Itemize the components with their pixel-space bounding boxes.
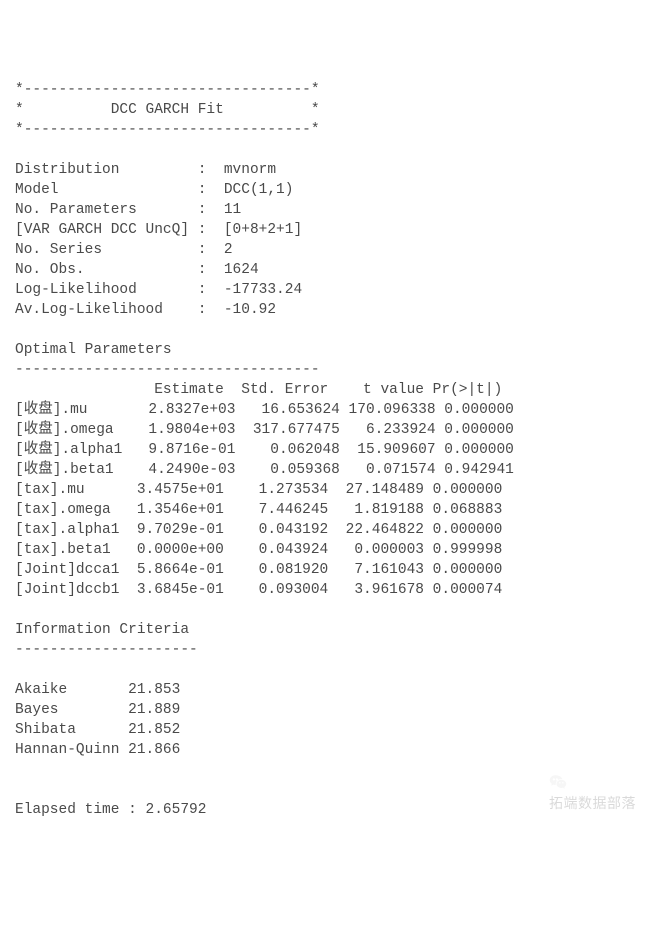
summary-value: mvnorm (224, 162, 276, 178)
table-row: [tax].mu 3.4575e+01 1.273534 27.148489 0… (15, 480, 639, 500)
blank-line (15, 660, 639, 680)
ic-value: 21.889 (128, 702, 180, 718)
ic-value: 21.852 (128, 722, 180, 738)
blank-line (15, 320, 639, 340)
ic-name: Hannan-Quinn (15, 742, 119, 758)
wechat-icon (549, 773, 567, 791)
params-rule: ----------------------------------- (15, 360, 639, 380)
summary-label: Log-Likelihood : (15, 282, 224, 298)
ic-value: 21.853 (128, 682, 180, 698)
table-row: [tax].omega 1.3546e+01 7.446245 1.819188… (15, 500, 639, 520)
table-row: [tax].beta1 0.0000e+00 0.043924 0.000003… (15, 540, 639, 560)
summary-value: -10.92 (224, 302, 276, 318)
divider-top: *---------------------------------* (15, 80, 639, 100)
summary-value: -17733.24 (224, 282, 302, 298)
summary-label: No. Parameters : (15, 202, 224, 218)
params-table-body: [收盘].mu 2.8327e+03 16.653624 170.096338 … (15, 400, 639, 600)
table-row: [收盘].beta1 4.2490e-03 0.059368 0.071574 … (15, 460, 639, 480)
table-row: [tax].alpha1 9.7029e-01 0.043192 22.4648… (15, 520, 639, 540)
summary-row: [VAR GARCH DCC UncQ] : [0+8+2+1] (15, 220, 639, 240)
title-line: * DCC GARCH Fit * (15, 100, 639, 120)
summary-value: 11 (224, 202, 241, 218)
ic-name: Bayes (15, 702, 119, 718)
params-header: Optimal Parameters (15, 340, 639, 360)
ic-name: Akaike (15, 682, 119, 698)
summary-value: 1624 (224, 262, 259, 278)
params-columns: Estimate Std. Error t value Pr(>|t|) (15, 380, 639, 400)
table-row: [收盘].mu 2.8327e+03 16.653624 170.096338 … (15, 400, 639, 420)
summary-value: DCC(1,1) (224, 182, 294, 198)
summary-value: 2 (224, 242, 233, 258)
ic-value: 21.866 (128, 742, 180, 758)
summary-label: Model : (15, 182, 224, 198)
summary-label: No. Obs. : (15, 262, 224, 278)
summary-row: No. Parameters : 11 (15, 200, 639, 220)
table-row: [收盘].omega 1.9804e+03 317.677475 6.23392… (15, 420, 639, 440)
elapsed-value: 2.65792 (146, 802, 207, 818)
summary-row: Av.Log-Likelihood : -10.92 (15, 300, 639, 320)
blank-line (15, 600, 639, 620)
ic-header: Information Criteria (15, 620, 639, 640)
summary-row: Distribution : mvnorm (15, 160, 639, 180)
ic-row: Bayes 21.889 (15, 700, 639, 720)
summary-label: No. Series : (15, 242, 224, 258)
ic-name: Shibata (15, 722, 119, 738)
table-row: [Joint]dccb1 3.6845e-01 0.093004 3.96167… (15, 580, 639, 600)
summary-row: No. Obs. : 1624 (15, 260, 639, 280)
summary-label: [VAR GARCH DCC UncQ] : (15, 222, 224, 238)
watermark-text: 拓端数据部落 (549, 795, 636, 811)
table-row: [Joint]dcca1 5.8664e-01 0.081920 7.16104… (15, 560, 639, 580)
summary-value: [0+8+2+1] (224, 222, 302, 238)
divider-bottom: *---------------------------------* (15, 120, 639, 140)
ic-rule: --------------------- (15, 640, 639, 660)
summary-row: Log-Likelihood : -17733.24 (15, 280, 639, 300)
summary-label: Distribution : (15, 162, 224, 178)
ic-row: Shibata 21.852 (15, 720, 639, 740)
summary-row: No. Series : 2 (15, 240, 639, 260)
table-row: [收盘].alpha1 9.8716e-01 0.062048 15.90960… (15, 440, 639, 460)
watermark: 拓端数据部落 (540, 754, 636, 813)
elapsed-label: Elapsed time : (15, 802, 146, 818)
ic-row: Akaike 21.853 (15, 680, 639, 700)
blank-line (15, 140, 639, 160)
summary-row: Model : DCC(1,1) (15, 180, 639, 200)
summary-label: Av.Log-Likelihood : (15, 302, 224, 318)
